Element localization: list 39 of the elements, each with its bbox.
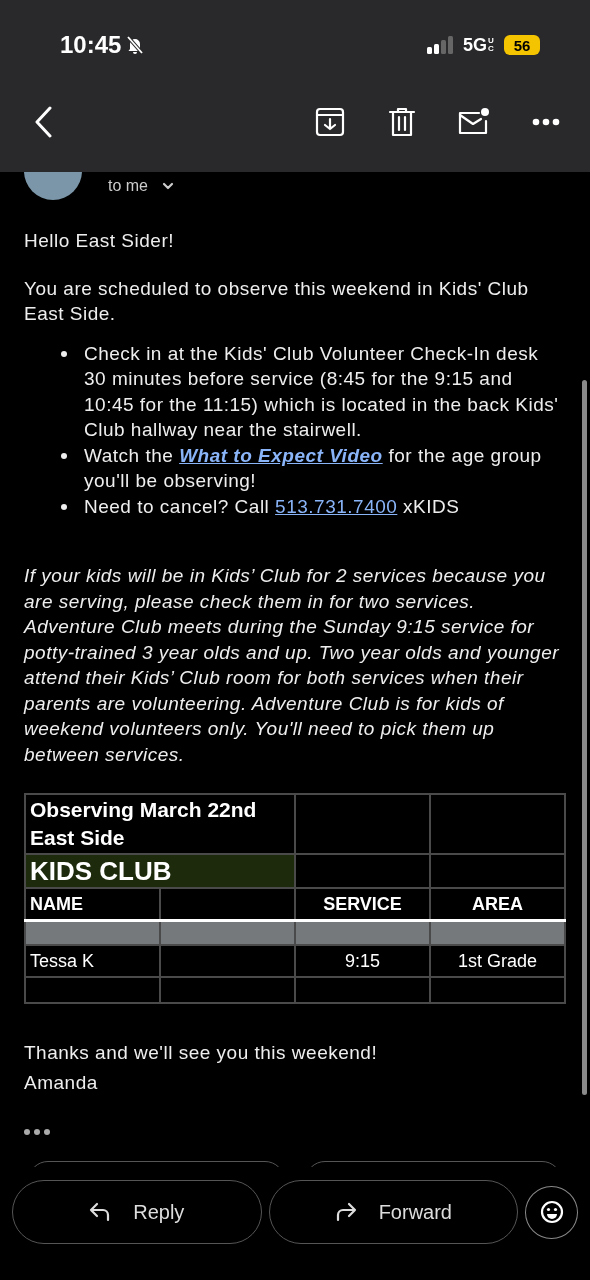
bullet-icon xyxy=(61,503,67,510)
note-paragraph: If your kids will be in Kids’ Club for 2 services because you are serving, please check them in for two services. Adventure Club meets during the Sunday 9:15 service for potty-trained 3 year olds and up. Two year olds and younger attend their Kids’ Club room for both services when their parents are volunteering. Adventure Club is for kids of weekend volunteers only. You'll need to pick them up between services. xyxy=(24,564,561,767)
video-link[interactable]: What to Expect Video xyxy=(179,444,383,466)
recipient-toggle[interactable]: to me xyxy=(108,177,174,195)
envelope-icon xyxy=(457,107,491,137)
clock-time: 10:45 xyxy=(60,31,122,59)
intro-paragraph: You are scheduled to observe this weekend in Kids' Club East Side. xyxy=(24,276,530,326)
table-title: Observing March 22nd East Side xyxy=(30,798,257,849)
emoji-button[interactable] xyxy=(525,1185,578,1239)
battery-indicator: 56 xyxy=(504,35,540,55)
forward-icon xyxy=(334,1202,357,1222)
column-header: NAME xyxy=(30,893,83,914)
smiley-icon xyxy=(539,1200,564,1224)
closing-text: Thanks and we'll see you this weekend! xyxy=(24,1041,379,1065)
reply-button[interactable]: Reply xyxy=(12,1180,262,1244)
table-cell: Tessa K xyxy=(30,950,95,971)
reply-icon xyxy=(89,1202,112,1222)
trash-icon xyxy=(388,107,416,137)
phone-link[interactable]: 513.731.7400 xyxy=(275,495,398,517)
back-icon xyxy=(34,106,54,138)
signature-text: Amanda xyxy=(24,1070,99,1095)
banner-title: KIDS CLUB xyxy=(30,855,172,886)
table-cell: 9:15 xyxy=(344,950,380,971)
column-header: SERVICE xyxy=(323,893,402,914)
bullet-icon xyxy=(61,452,67,459)
signal-icon xyxy=(427,36,455,54)
archive-icon xyxy=(315,107,345,137)
bell-muted-icon xyxy=(125,35,146,55)
column-header: AREA xyxy=(472,893,523,914)
chevron-down-icon xyxy=(162,182,174,190)
bullet-text: Check in at the Kids' Club Volunteer Check-In desk 30 minutes before service (8:45 for the 9:15 and 10:45 for the 11:15) which is located in the back Kids' Club hallway near the stairwell. xyxy=(84,341,560,442)
bullet-text: Watch the What to Expect Video for the age group you'll be observing! xyxy=(84,443,543,493)
more-icon xyxy=(532,118,560,126)
greeting-text: Hello East Sider! xyxy=(24,229,175,253)
bullet-icon xyxy=(61,350,67,357)
bullet-text: Need to cancel? Call 513.731.7400 xKIDS xyxy=(84,494,461,519)
table-cell: 1st Grade xyxy=(457,950,537,971)
forward-button[interactable]: Forward xyxy=(268,1180,519,1244)
show-trimmed-button[interactable] xyxy=(24,1129,50,1135)
